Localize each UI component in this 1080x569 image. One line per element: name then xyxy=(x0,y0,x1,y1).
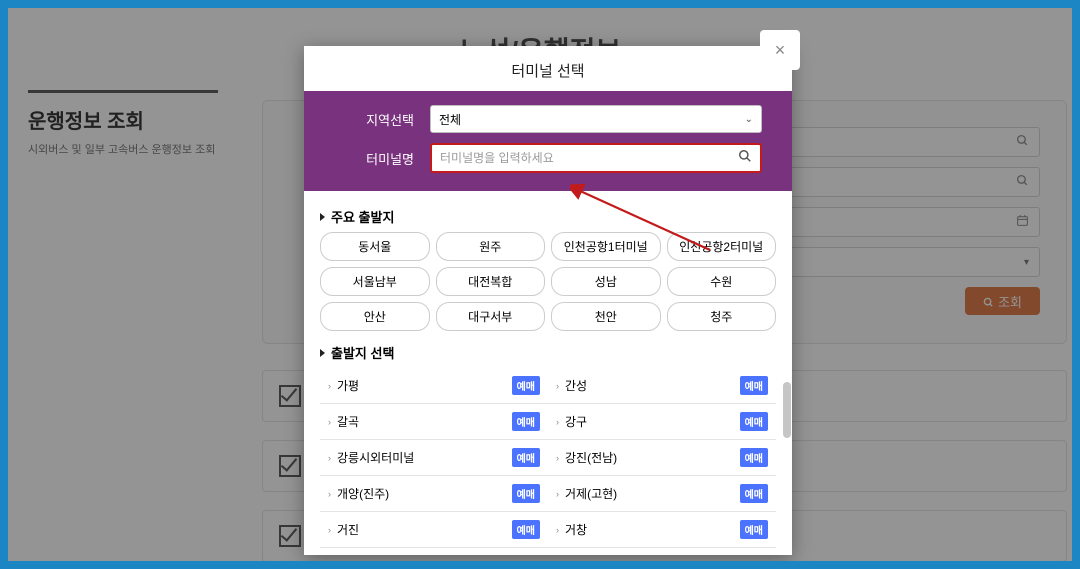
reserve-badge[interactable]: 예매 xyxy=(512,448,540,467)
terminal-list-item[interactable]: › 거진 예매 xyxy=(320,512,548,548)
major-departure-pill[interactable]: 서울남부 xyxy=(320,267,430,296)
terminal-list: ›가평예매›간성예매›갈곡예매›강구예매›강릉시외터미널예매›강진(전남)예매›… xyxy=(320,368,776,555)
terminal-select-modal: × 터미널 선택 지역선택 전체 ⌄ 터미널명 xyxy=(304,46,792,555)
close-button[interactable]: × xyxy=(760,30,800,70)
region-label: 지역선택 xyxy=(334,110,430,129)
terminal-name: 가평 xyxy=(337,377,359,394)
reserve-badge[interactable]: 예매 xyxy=(512,484,540,503)
reserve-badge[interactable]: 예매 xyxy=(740,376,768,395)
terminal-list-item[interactable]: › 거창 예매 xyxy=(548,512,776,548)
major-departure-pill[interactable]: 원주 xyxy=(436,232,546,261)
reserve-badge[interactable]: 예매 xyxy=(740,448,768,467)
region-select[interactable]: 전체 ⌄ xyxy=(430,105,762,133)
terminal-list-item[interactable]: › 강릉시외터미널 예매 xyxy=(320,440,548,476)
terminal-list-item[interactable]: › 강진(전남) 예매 xyxy=(548,440,776,476)
scrollbar-thumb[interactable] xyxy=(783,382,791,438)
terminal-list-item[interactable]: › 갈곡 예매 xyxy=(320,404,548,440)
terminal-list-item[interactable]: ›경북대(상주)예매 xyxy=(548,548,776,555)
reserve-badge[interactable]: 예매 xyxy=(512,376,540,395)
major-departure-pill[interactable]: 인천공항1터미널 xyxy=(551,232,661,261)
terminal-list-item[interactable]: › 간성 예매 xyxy=(548,368,776,404)
search-icon[interactable] xyxy=(738,149,752,168)
chevron-down-icon: ⌄ xyxy=(745,114,753,125)
terminal-name: 거제(고현) xyxy=(565,485,617,502)
terminal-name: 강진(전남) xyxy=(565,449,617,466)
major-departure-pill[interactable]: 수원 xyxy=(667,267,777,296)
section-major-departures: 주요 출발지 xyxy=(320,201,776,232)
terminal-name: 거진 xyxy=(337,521,359,538)
modal-body: 주요 출발지 동서울원주인천공항1터미널인천공항2터미널서울남부대전복합성남수원… xyxy=(304,191,792,555)
reserve-badge[interactable]: 예매 xyxy=(740,484,768,503)
major-departure-pill[interactable]: 대구서부 xyxy=(436,302,546,331)
chevron-right-icon: › xyxy=(328,381,331,391)
chevron-right-icon: › xyxy=(556,381,559,391)
chevron-right-icon: › xyxy=(328,489,331,499)
reserve-badge[interactable]: 예매 xyxy=(512,412,540,431)
terminal-name: 강릉시외터미널 xyxy=(337,449,414,466)
reserve-badge[interactable]: 예매 xyxy=(740,520,768,539)
region-value: 전체 xyxy=(439,111,461,128)
terminal-list-item[interactable]: › 강구 예매 xyxy=(548,404,776,440)
modal-filter-bar: 지역선택 전체 ⌄ 터미널명 xyxy=(304,91,792,191)
terminal-name-label: 터미널명 xyxy=(334,149,430,168)
terminal-name: 개양(진주) xyxy=(337,485,389,502)
major-departure-grid: 동서울원주인천공항1터미널인천공항2터미널서울남부대전복합성남수원안산대구서부천… xyxy=(320,232,776,331)
chevron-right-icon: › xyxy=(556,453,559,463)
terminal-name-input-wrap xyxy=(430,143,762,173)
terminal-list-item[interactable]: › 거제(고현) 예매 xyxy=(548,476,776,512)
major-departure-pill[interactable]: 안산 xyxy=(320,302,430,331)
major-departure-pill[interactable]: 청주 xyxy=(667,302,777,331)
terminal-list-item[interactable]: › 개양(진주) 예매 xyxy=(320,476,548,512)
terminal-list-item[interactable]: › 가평 예매 xyxy=(320,368,548,404)
reserve-badge[interactable]: 예매 xyxy=(512,520,540,539)
terminal-name: 간성 xyxy=(565,377,587,394)
major-departure-pill[interactable]: 동서울 xyxy=(320,232,430,261)
chevron-right-icon: › xyxy=(328,417,331,427)
chevron-right-icon: › xyxy=(556,417,559,427)
chevron-right-icon: › xyxy=(556,489,559,499)
major-departure-pill[interactable]: 대전복합 xyxy=(436,267,546,296)
terminal-list-item[interactable]: ›건국대(충주)예매 xyxy=(320,548,548,555)
reserve-badge[interactable]: 예매 xyxy=(740,412,768,431)
chevron-right-icon: › xyxy=(328,453,331,463)
major-departure-pill[interactable]: 천안 xyxy=(551,302,661,331)
modal-title: 터미널 선택 xyxy=(304,46,792,91)
close-icon: × xyxy=(775,40,786,61)
terminal-name: 거창 xyxy=(565,521,587,538)
terminal-name-input[interactable] xyxy=(440,151,738,165)
major-departure-pill[interactable]: 성남 xyxy=(551,267,661,296)
terminal-name: 갈곡 xyxy=(337,413,359,430)
major-departure-pill[interactable]: 인천공항2터미널 xyxy=(667,232,777,261)
chevron-right-icon: › xyxy=(556,525,559,535)
chevron-right-icon: › xyxy=(328,525,331,535)
section-choose-departure: 출발지 선택 xyxy=(320,337,776,368)
terminal-name: 강구 xyxy=(565,413,587,430)
